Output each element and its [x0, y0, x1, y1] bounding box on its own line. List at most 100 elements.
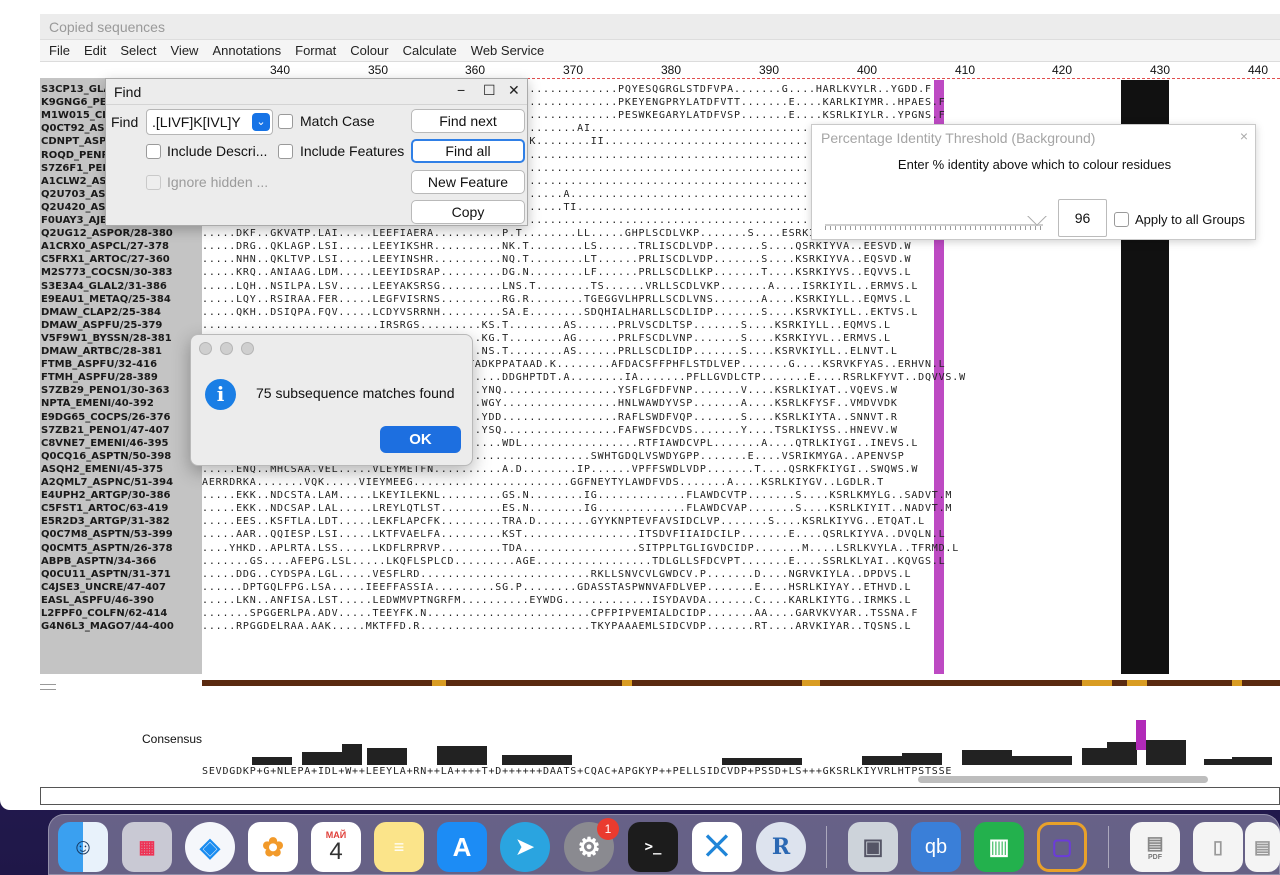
r-app-icon[interactable]: R	[756, 822, 806, 872]
menu-web-service[interactable]: Web Service	[471, 43, 544, 58]
find-query-value[interactable]: .[LIVF]K[IVL]Y	[152, 114, 241, 130]
menu-calculate[interactable]: Calculate	[403, 43, 457, 58]
sequence-row[interactable]: .....EES..KSFTLA.LDT.....LEKFLAPCFK.....…	[202, 515, 1280, 528]
sequence-row[interactable]: .....KRQ..ANIAAG.LDM.....LEEYIDSRAP.....…	[202, 266, 1280, 279]
sequence-name[interactable]: A2QML7_ASPNC/51-394	[40, 476, 202, 489]
sequence-name[interactable]: A1CRX0_ASPCL/27-378	[40, 240, 202, 253]
sequence-row[interactable]: .....QKH..DSIQPA.FQV.....LCDYVSRRNH.....…	[202, 306, 1280, 319]
sequence-name[interactable]: E9DG65_COCPS/26-376	[40, 411, 202, 424]
sequence-name[interactable]: C4JSE3_UNCRE/47-407	[40, 581, 202, 594]
sequence-row[interactable]: .......SPGGERLPA.ADV.....TEEYFK.N.......…	[202, 607, 1280, 620]
sequence-name[interactable]: Q0CQ16_ASPTN/50-398	[40, 450, 202, 463]
qbittorrent-icon[interactable]: qb	[911, 822, 961, 872]
apply-all-groups-label[interactable]: Apply to all Groups	[1135, 212, 1245, 227]
sequence-name[interactable]: E9EAU1_METAQ/25-384	[40, 293, 202, 306]
launchpad-icon[interactable]: ▦	[122, 822, 172, 872]
sequence-name[interactable]: DMAW_ARTBC/28-381	[40, 345, 202, 358]
find-next-button[interactable]: Find next	[411, 109, 525, 133]
folder-stack-icon[interactable]: ▤	[1245, 822, 1280, 872]
sequence-name[interactable]: Q0CMT5_ASPTN/26-378	[40, 542, 202, 555]
include-descriptions-checkbox[interactable]	[146, 144, 161, 159]
sequence-name[interactable]: C5FST1_ARTOC/63-419	[40, 502, 202, 515]
sequence-row[interactable]: .....RPGGDELRAA.AAK.....MKTFFD.R........…	[202, 620, 1280, 633]
sequence-name[interactable]: S3E3A4_GLAL2/31-386	[40, 280, 202, 293]
minimize-dot-icon[interactable]	[220, 342, 233, 355]
sequence-row[interactable]: .....EKK..NDCSTA.LAM.....LKEYILEKNL.....…	[202, 489, 1280, 502]
sequence-name[interactable]: NPTA_EMENI/40-392	[40, 397, 202, 410]
sequence-name[interactable]: Q2UG12_ASPOR/28-380	[40, 227, 202, 240]
menu-view[interactable]: View	[171, 43, 199, 58]
safari-icon[interactable]: ◈	[185, 822, 235, 872]
horizontal-scrollbar[interactable]	[918, 776, 1208, 783]
apply-all-groups-checkbox[interactable]	[1114, 212, 1129, 227]
sequence-name[interactable]: M2S773_COCSN/30-383	[40, 266, 202, 279]
close-icon[interactable]: ✕	[508, 82, 520, 99]
terminal-icon[interactable]: >_	[628, 822, 678, 872]
telegram-icon[interactable]: ➤	[500, 822, 550, 872]
sequence-name[interactable]: S7ZB21_PENO1/47-407	[40, 424, 202, 437]
vscode-icon[interactable]: ⨉	[692, 822, 742, 872]
sequence-row[interactable]: .......GS....AFEPG.LSL.....LKQFLSPLCD...…	[202, 555, 1280, 568]
sequence-row[interactable]: AERRDRKA.......VQK.....VIEYMEEG.........…	[202, 476, 1280, 489]
match-case-label[interactable]: Match Case	[300, 113, 375, 129]
new-feature-button[interactable]: New Feature	[411, 170, 525, 194]
notes-icon[interactable]: ≡	[374, 822, 424, 872]
sequence-name[interactable]: ABPB_ASPTN/34-366	[40, 555, 202, 568]
find-all-button[interactable]: Find all	[411, 139, 525, 163]
sequence-row[interactable]: .....DDG..CYDSPA.LGL.....VESFLRD........…	[202, 568, 1280, 581]
menu-annotations[interactable]: Annotations	[212, 43, 281, 58]
include-features-label[interactable]: Include Features	[300, 143, 404, 159]
sequence-name[interactable]: C5FRX1_ARTOC/27-360	[40, 253, 202, 266]
find-query-combobox[interactable]: .[LIVF]K[IVL]Y ⌄	[146, 109, 273, 135]
photos-icon[interactable]: ✿	[248, 822, 298, 872]
sequence-row[interactable]: .....LKN..ANFISA.LST.....LEDWMVPTNGRFM..…	[202, 594, 1280, 607]
chevron-down-icon[interactable]: ⌄	[252, 113, 270, 131]
match-case-checkbox[interactable]	[278, 114, 293, 129]
sequence-row[interactable]: .....AAR..QQIESP.LSI.....LKTFVAELFA.....…	[202, 528, 1280, 541]
app-store-icon[interactable]: A	[437, 822, 487, 872]
sequence-name[interactable]: C8VNE7_EMENI/46-395	[40, 437, 202, 450]
sequence-name[interactable]: S7ZB29_PENO1/30-363	[40, 384, 202, 397]
sequence-name[interactable]: L2FPF0_COLFN/62-414	[40, 607, 202, 620]
close-icon[interactable]: ×	[1240, 128, 1248, 144]
numbers-icon[interactable]: ▥	[974, 822, 1024, 872]
menu-edit[interactable]: Edit	[84, 43, 106, 58]
document-icon[interactable]: ▯	[1193, 822, 1243, 872]
sequence-row[interactable]: .....EKK..NDCSAP.LAL.....LREYLQTLST.....…	[202, 502, 1280, 515]
sequence-name[interactable]: DMAW_ASPFU/25-379	[40, 319, 202, 332]
copy-button[interactable]: Copy	[411, 200, 525, 224]
sequence-row[interactable]: ..........................IRSRGS........…	[202, 319, 1280, 332]
sequence-row[interactable]: .....DRG..QKLAGP.LSI.....LEEYIKSHR......…	[202, 240, 1280, 253]
finder-icon[interactable]: ☺	[58, 822, 108, 872]
menu-file[interactable]: File	[49, 43, 70, 58]
maximize-icon[interactable]: ☐	[483, 82, 496, 99]
menu-colour[interactable]: Colour	[350, 43, 388, 58]
screens-app-icon[interactable]: ▢	[1037, 822, 1087, 872]
sequence-name[interactable]: FTMH_ASPFU/28-389	[40, 371, 202, 384]
threshold-slider-thumb[interactable]	[1027, 206, 1047, 226]
sequence-name[interactable]: Q0CU11_ASPTN/31-371	[40, 568, 202, 581]
threshold-value-field[interactable]: 96	[1058, 199, 1107, 237]
include-features-checkbox[interactable]	[278, 144, 293, 159]
sequence-name[interactable]: Q0C7M8_ASPTN/53-399	[40, 528, 202, 541]
sequence-row[interactable]: .....LQY..RSIRAA.FER.....LEGFVISRNS.....…	[202, 293, 1280, 306]
minimize-icon[interactable]: −	[457, 82, 465, 98]
include-descriptions-label[interactable]: Include Descri...	[167, 143, 267, 159]
sequence-name[interactable]: V5F9W1_BYSSN/28-381	[40, 332, 202, 345]
sequence-name[interactable]: DMAW_CLAP2/25-384	[40, 306, 202, 319]
menu-format[interactable]: Format	[295, 43, 336, 58]
sequence-name[interactable]: E4UPH2_ARTGP/30-386	[40, 489, 202, 502]
preview-icon[interactable]: ▣	[848, 822, 898, 872]
sequence-row[interactable]: ......DPTGQLFPG.LSA.....IEEFFASSIA......…	[202, 581, 1280, 594]
zoom-dot-icon[interactable]	[241, 342, 254, 355]
calendar-icon[interactable]: МАЙ 4	[311, 822, 361, 872]
sequence-name[interactable]: EASL_ASPFU/46-390	[40, 594, 202, 607]
pdf-document-icon[interactable]: ▤ PDF	[1130, 822, 1180, 872]
close-dot-icon[interactable]	[199, 342, 212, 355]
menu-select[interactable]: Select	[120, 43, 156, 58]
sequence-name[interactable]: E5R2D3_ARTGP/31-382	[40, 515, 202, 528]
sequence-row[interactable]: .....NHN..QKLTVP.LSI.....LEEYINSHR......…	[202, 253, 1280, 266]
sequence-row[interactable]: ....YHKD..APLRTA.LSS.....LKDFLRPRVP.....…	[202, 542, 1280, 555]
panel-divider-grip[interactable]	[40, 684, 56, 690]
ok-button[interactable]: OK	[380, 426, 461, 453]
